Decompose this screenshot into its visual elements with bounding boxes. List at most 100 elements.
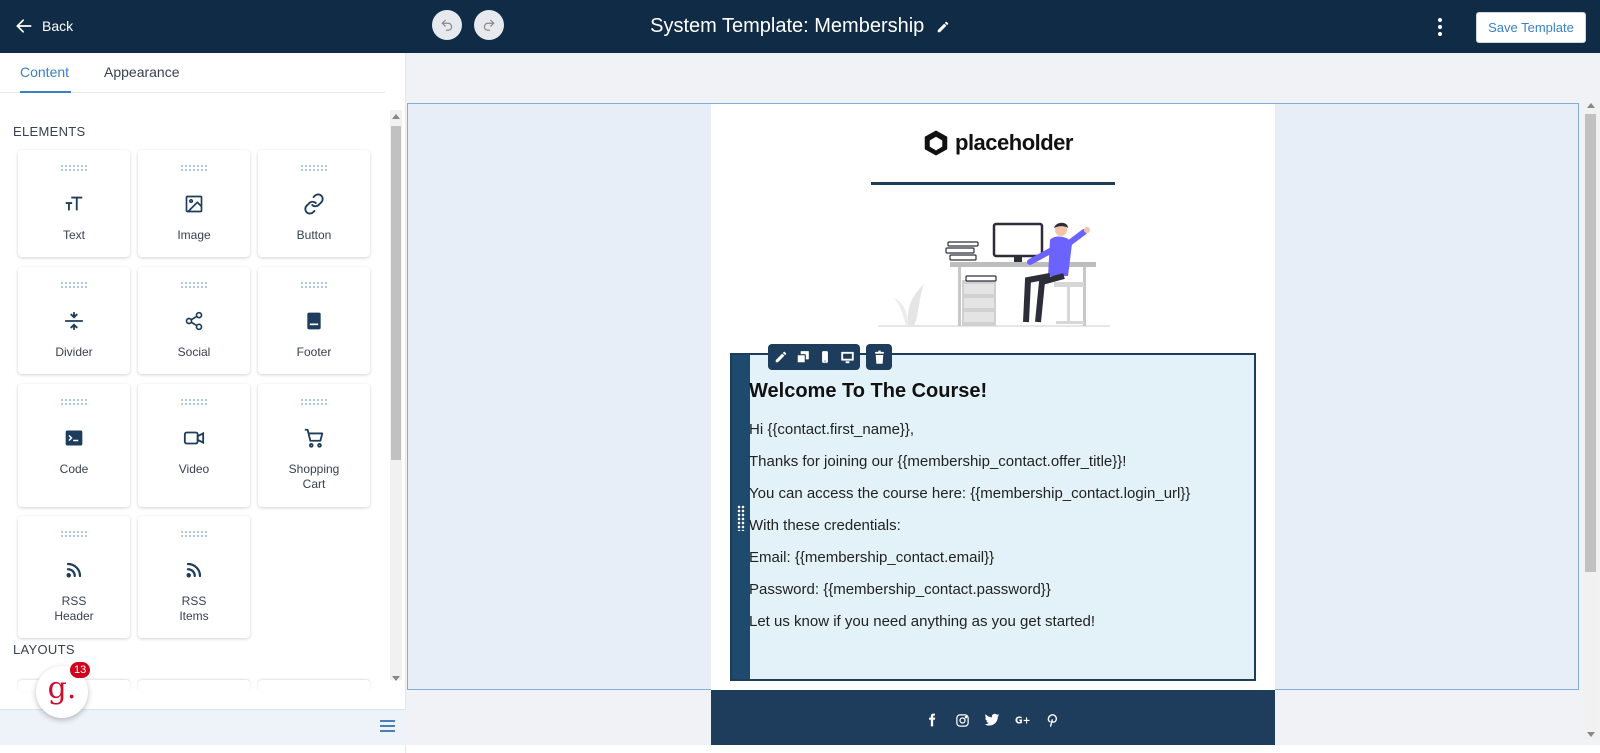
email-line[interactable]: Password: {{membership_contact.password}… xyxy=(749,581,1051,598)
element-card-shopping-cart[interactable]: Shopping Cart xyxy=(258,384,370,507)
element-label: Button xyxy=(296,228,332,242)
email-line[interactable]: You can access the course here: {{member… xyxy=(749,485,1190,502)
duplicate-icon[interactable] xyxy=(794,348,812,366)
mobile-icon[interactable] xyxy=(816,348,834,366)
element-label: Video xyxy=(178,462,210,476)
drag-dots-icon xyxy=(300,281,328,289)
email-line[interactable]: Thanks for joining our {{membership_cont… xyxy=(749,453,1126,470)
desktop-icon[interactable] xyxy=(838,348,856,366)
video-icon xyxy=(182,426,206,450)
email-line[interactable]: Email: {{membership_contact.email}} xyxy=(749,549,994,566)
image-icon xyxy=(182,192,206,216)
page-title: System Template: Membership xyxy=(0,15,1600,38)
logo-text: placeholder xyxy=(955,130,1073,155)
drag-dots-icon xyxy=(300,398,328,406)
drag-dots-icon xyxy=(60,281,88,289)
element-card-social[interactable]: Social xyxy=(138,267,250,374)
rss-icon xyxy=(62,558,86,582)
save-template-button[interactable]: Save Template xyxy=(1476,12,1586,43)
email-line[interactable]: With these credentials: xyxy=(749,517,901,534)
element-label: Social xyxy=(177,345,211,359)
element-card-rss-items[interactable]: RSS Items xyxy=(138,516,250,638)
divider-icon xyxy=(62,309,86,333)
element-card-image[interactable]: Image xyxy=(138,150,250,257)
drag-dots-icon xyxy=(180,398,208,406)
cart-icon xyxy=(302,426,326,450)
block-delete-group xyxy=(866,344,892,370)
active-tab-indicator xyxy=(20,91,71,93)
drag-dots-icon xyxy=(60,530,88,538)
pinterest-icon[interactable] xyxy=(1044,712,1060,728)
notification-badge: 13 xyxy=(69,661,92,679)
element-card-video[interactable]: Video xyxy=(138,384,250,507)
rss-icon xyxy=(182,558,206,582)
element-label: RSS Items xyxy=(179,594,209,623)
redo-icon xyxy=(483,19,495,31)
pencil-icon[interactable] xyxy=(936,20,950,34)
facebook-icon[interactable] xyxy=(924,712,940,728)
edit-pencil-icon[interactable] xyxy=(772,348,790,366)
logo-divider xyxy=(871,182,1115,185)
canvas-scroll-up-icon[interactable] xyxy=(1587,103,1595,108)
drag-dots-icon xyxy=(180,164,208,172)
scroll-down-icon[interactable] xyxy=(392,676,400,681)
undo-icon xyxy=(441,19,453,31)
drag-dots-icon xyxy=(60,398,88,406)
desk-illustration[interactable] xyxy=(878,222,1110,328)
redo-button[interactable] xyxy=(474,10,504,40)
element-label: Image xyxy=(177,228,211,242)
chat-logo-icon: g. xyxy=(47,671,77,706)
google-plus-icon[interactable]: G+ xyxy=(1014,712,1030,728)
element-card-code[interactable]: Code xyxy=(18,384,130,507)
terminal-icon xyxy=(62,426,86,450)
panel-tabs: Content Appearance xyxy=(0,53,385,93)
element-card-footer[interactable]: Footer xyxy=(258,267,370,374)
block-toolbar xyxy=(768,344,892,370)
template-title: System Template: Membership xyxy=(650,15,925,37)
social-links: G+ xyxy=(924,712,1060,728)
element-label: Divider xyxy=(55,345,93,359)
undo-button[interactable] xyxy=(432,10,462,40)
element-card-rss-header[interactable]: RSS Header xyxy=(18,516,130,638)
scroll-up-icon[interactable] xyxy=(392,114,400,119)
drag-dots-icon xyxy=(180,281,208,289)
tab-content[interactable]: Content xyxy=(20,64,69,80)
top-bar: Back System Template: Membership Save Te… xyxy=(0,0,1600,53)
drag-dots-icon xyxy=(60,164,88,172)
footer-icon xyxy=(302,309,326,333)
more-options-icon[interactable] xyxy=(1430,16,1450,38)
block-actions-group xyxy=(768,344,860,370)
svg-text:G+: G+ xyxy=(1015,716,1030,727)
element-label: Code xyxy=(59,462,89,476)
menu-icon[interactable] xyxy=(380,720,395,732)
link-icon xyxy=(302,192,326,216)
left-scrollbar-thumb[interactable] xyxy=(391,126,401,460)
layout-card[interactable] xyxy=(258,680,370,692)
element-label: RSS Header xyxy=(54,594,94,623)
text-icon xyxy=(62,192,86,216)
element-label: Text xyxy=(62,228,85,242)
element-card-divider[interactable]: Divider xyxy=(18,267,130,374)
twitter-icon[interactable] xyxy=(984,712,1000,728)
element-label: Shopping Cart xyxy=(288,462,340,491)
trash-icon[interactable] xyxy=(870,348,888,366)
element-card-button[interactable]: Button xyxy=(258,150,370,257)
hexagon-logo-icon xyxy=(924,130,948,156)
drag-handle-icon[interactable] xyxy=(737,505,745,531)
element-card-text[interactable]: Text xyxy=(18,150,130,257)
element-label: Footer xyxy=(296,345,332,359)
layout-card[interactable] xyxy=(138,680,250,692)
email-logo[interactable]: placeholder xyxy=(921,128,1073,158)
canvas-scrollbar-thumb[interactable] xyxy=(1585,114,1596,572)
drag-dots-icon xyxy=(180,530,208,538)
instagram-icon[interactable] xyxy=(954,712,970,728)
tab-appearance[interactable]: Appearance xyxy=(104,64,180,80)
share-icon xyxy=(182,309,206,333)
email-heading[interactable]: Welcome To The Course! xyxy=(749,380,987,403)
layouts-heading: LAYOUTS xyxy=(13,642,75,657)
email-line[interactable]: Hi {{contact.first_name}}, xyxy=(749,421,914,438)
email-line[interactable]: Let us know if you need anything as you … xyxy=(749,613,1095,630)
drag-dots-icon xyxy=(300,164,328,172)
canvas-scroll-down-icon[interactable] xyxy=(1587,732,1595,737)
elements-heading: ELEMENTS xyxy=(13,124,86,139)
